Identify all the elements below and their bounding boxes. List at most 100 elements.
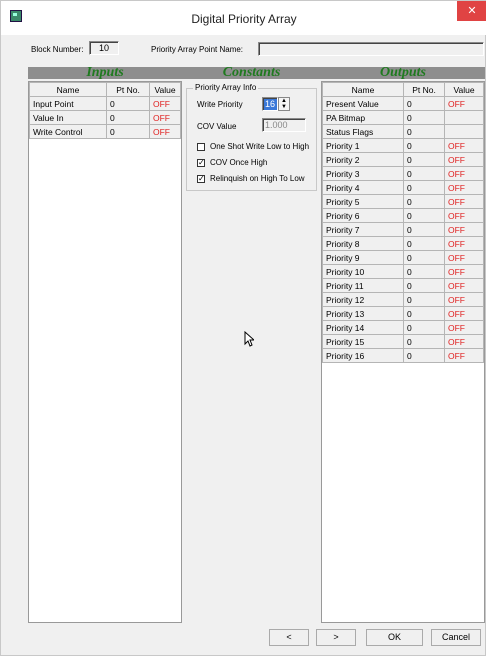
output-name: Priority 12 xyxy=(322,292,404,307)
window-title: Digital Priority Array xyxy=(191,12,297,26)
cov-once-high-label: COV Once High xyxy=(210,158,268,167)
output-value: OFF xyxy=(444,292,484,307)
output-pt[interactable]: 0 xyxy=(403,110,445,125)
output-pt[interactable]: 0 xyxy=(403,278,445,293)
table-row[interactable]: Status Flags 0 xyxy=(322,124,484,139)
table-row[interactable]: Priority 7 0 OFF xyxy=(322,222,484,237)
output-name: Present Value xyxy=(322,96,404,111)
block-number-field[interactable]: 10 xyxy=(89,41,119,55)
cov-value-input[interactable]: 1.000 xyxy=(262,118,306,132)
output-value: OFF xyxy=(444,208,484,223)
output-value: OFF xyxy=(444,222,484,237)
inputs-banner: Inputs xyxy=(28,66,182,80)
title-bar: Digital Priority Array ✕ xyxy=(1,1,486,35)
output-name: Priority 7 xyxy=(322,222,404,237)
table-row[interactable]: Priority 12 0 OFF xyxy=(322,292,484,307)
output-pt[interactable]: 0 xyxy=(403,152,445,167)
table-row[interactable]: Priority 11 0 OFF xyxy=(322,278,484,293)
inputs-panel: Name Pt No. Value Input Point 0 OFF Valu… xyxy=(28,81,182,623)
output-pt[interactable]: 0 xyxy=(403,222,445,237)
output-name: Priority 15 xyxy=(322,334,404,349)
table-row[interactable]: Input Point 0 OFF xyxy=(29,96,181,111)
table-row[interactable]: Write Control 0 OFF xyxy=(29,124,181,139)
table-row[interactable]: Priority 14 0 OFF xyxy=(322,320,484,335)
block-number-label: Block Number: xyxy=(31,45,84,54)
input-name: Write Control xyxy=(29,124,107,139)
output-name: Priority 13 xyxy=(322,306,404,321)
input-pt[interactable]: 0 xyxy=(106,124,150,139)
output-value: OFF xyxy=(444,236,484,251)
table-row[interactable]: Priority 4 0 OFF xyxy=(322,180,484,195)
output-pt[interactable]: 0 xyxy=(403,334,445,349)
write-priority-spinner[interactable]: ▲ ▼ xyxy=(278,97,290,111)
output-pt[interactable]: 0 xyxy=(403,96,445,111)
output-pt[interactable]: 0 xyxy=(403,250,445,265)
output-pt[interactable]: 0 xyxy=(403,138,445,153)
table-row[interactable]: Priority 10 0 OFF xyxy=(322,264,484,279)
output-value xyxy=(444,110,484,125)
table-row[interactable]: Priority 16 0 OFF xyxy=(322,348,484,363)
cancel-button[interactable]: Cancel xyxy=(431,629,481,646)
inputs-col-name: Name xyxy=(29,82,107,97)
input-pt[interactable]: 0 xyxy=(106,110,150,125)
cov-once-high-checkbox[interactable]: ✓ xyxy=(197,159,205,167)
output-value: OFF xyxy=(444,152,484,167)
output-name: Priority 2 xyxy=(322,152,404,167)
pa-point-name-input[interactable] xyxy=(258,42,484,56)
output-value: OFF xyxy=(444,278,484,293)
table-row[interactable]: Priority 2 0 OFF xyxy=(322,152,484,167)
constants-banner: Constants xyxy=(182,66,321,80)
output-name: Priority 4 xyxy=(322,180,404,195)
write-priority-label: Write Priority xyxy=(197,100,243,109)
table-row[interactable]: Priority 5 0 OFF xyxy=(322,194,484,209)
table-row[interactable]: Value In 0 OFF xyxy=(29,110,181,125)
table-row[interactable]: Priority 15 0 OFF xyxy=(322,334,484,349)
output-pt[interactable]: 0 xyxy=(403,208,445,223)
cov-value-label: COV Value xyxy=(197,122,237,131)
output-pt[interactable]: 0 xyxy=(403,348,445,363)
one-shot-label: One Shot Write Low to High xyxy=(210,142,310,151)
next-button[interactable]: > xyxy=(316,629,356,646)
table-row[interactable]: Present Value 0 OFF xyxy=(322,96,484,111)
output-pt[interactable]: 0 xyxy=(403,236,445,251)
output-pt[interactable]: 0 xyxy=(403,264,445,279)
output-name: Priority 11 xyxy=(322,278,404,293)
output-value: OFF xyxy=(444,334,484,349)
table-row[interactable]: Priority 6 0 OFF xyxy=(322,208,484,223)
table-row[interactable]: Priority 9 0 OFF xyxy=(322,250,484,265)
output-value: OFF xyxy=(444,166,484,181)
input-pt[interactable]: 0 xyxy=(106,96,150,111)
relinquish-checkbox[interactable]: ✓ xyxy=(197,175,205,183)
priority-array-info-group: Priority Array Info Write Priority 16 ▲ ▼… xyxy=(186,83,317,191)
output-name: Priority 9 xyxy=(322,250,404,265)
close-icon[interactable]: ✕ xyxy=(457,1,486,21)
table-row[interactable]: Priority 1 0 OFF xyxy=(322,138,484,153)
outputs-panel: Name Pt No. Value Present Value 0 OFF PA Bi… xyxy=(321,81,485,623)
output-pt[interactable]: 0 xyxy=(403,124,445,139)
output-name: Priority 5 xyxy=(322,194,404,209)
output-value: OFF xyxy=(444,180,484,195)
output-name: Priority 16 xyxy=(322,348,404,363)
output-pt[interactable]: 0 xyxy=(403,320,445,335)
prev-button[interactable]: < xyxy=(269,629,309,646)
write-priority-input[interactable]: 16 xyxy=(262,97,278,111)
dialog-window: Digital Priority Array ✕ Block Number: 1… xyxy=(0,0,486,656)
output-pt[interactable]: 0 xyxy=(403,166,445,181)
table-row[interactable]: PA Bitmap 0 xyxy=(322,110,484,125)
output-name: PA Bitmap xyxy=(322,110,404,125)
output-value: OFF xyxy=(444,250,484,265)
output-value: OFF xyxy=(444,194,484,209)
ok-button[interactable]: OK xyxy=(366,629,423,646)
table-row[interactable]: Priority 3 0 OFF xyxy=(322,166,484,181)
output-name: Priority 3 xyxy=(322,166,404,181)
outputs-col-pt: Pt No. xyxy=(403,82,445,97)
output-pt[interactable]: 0 xyxy=(403,180,445,195)
table-row[interactable]: Priority 13 0 OFF xyxy=(322,306,484,321)
output-pt[interactable]: 0 xyxy=(403,292,445,307)
input-name: Value In xyxy=(29,110,107,125)
table-row[interactable]: Priority 8 0 OFF xyxy=(322,236,484,251)
output-pt[interactable]: 0 xyxy=(403,194,445,209)
output-pt[interactable]: 0 xyxy=(403,306,445,321)
one-shot-checkbox[interactable] xyxy=(197,143,205,151)
output-value: OFF xyxy=(444,96,484,111)
